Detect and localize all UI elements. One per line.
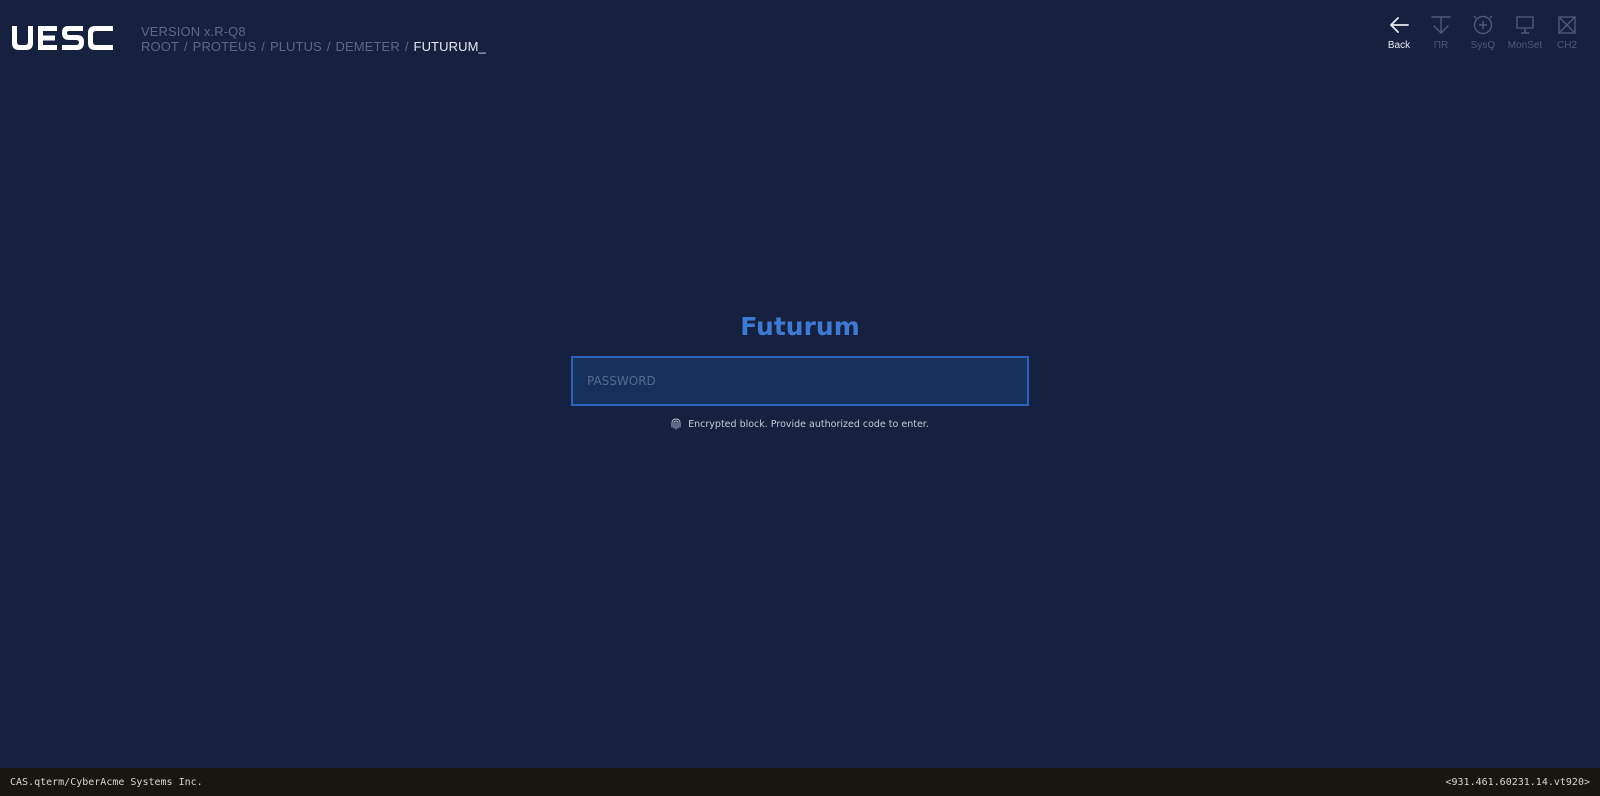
login-hint: Encrypted block. Provide authorized code… [671, 418, 929, 430]
version-label: VERSION x.R-Q8 [141, 24, 246, 39]
arrow-left-icon [1387, 13, 1411, 37]
status-bar-left: CAS.qterm/CyberAcme Systems Inc. [10, 776, 203, 788]
breadcrumb-current: FUTURUM_ [413, 39, 486, 54]
password-input[interactable] [571, 356, 1029, 406]
back-button[interactable]: Back [1378, 13, 1420, 52]
close-box-icon [1555, 13, 1579, 37]
pr-label: ΠR [1433, 40, 1449, 51]
ch2-button[interactable]: CH2 [1546, 13, 1588, 52]
toolbar: Back ΠR SysQ MonSet CH2 [1378, 13, 1588, 52]
pr-button[interactable]: ΠR [1420, 13, 1462, 52]
breadcrumb-separator: / [326, 39, 331, 54]
monset-button[interactable]: MonSet [1504, 13, 1546, 52]
monitor-icon [1513, 13, 1537, 37]
uesc-logo [12, 24, 113, 52]
header-meta: VERSION x.R-Q8 ROOT / PROTEUS / PLUTUS /… [141, 24, 486, 54]
breadcrumb-separator: / [183, 39, 188, 54]
app-window: VERSION x.R-Q8 ROOT / PROTEUS / PLUTUS /… [0, 0, 1600, 796]
back-label: Back [1387, 40, 1411, 51]
login-hint-text: Encrypted block. Provide authorized code… [688, 418, 929, 430]
breadcrumb-demeter[interactable]: DEMETER [336, 39, 400, 54]
breadcrumb-plutus[interactable]: PLUTUS [270, 39, 322, 54]
fingerprint-icon [671, 418, 681, 430]
sysq-button[interactable]: SysQ [1462, 13, 1504, 52]
monset-label: MonSet [1507, 40, 1543, 51]
login-panel: Futurum Encrypted block. Provide authori… [570, 307, 1030, 430]
breadcrumb: ROOT / PROTEUS / PLUTUS / DEMETER / FUTU… [141, 39, 486, 54]
status-bar-right: <931.461.60231.14.vt920> [1445, 776, 1591, 788]
breadcrumb-root[interactable]: ROOT [141, 39, 179, 54]
status-bar: CAS.qterm/CyberAcme Systems Inc. <931.46… [0, 768, 1600, 796]
download-arrow-icon [1429, 13, 1453, 37]
breadcrumb-proteus[interactable]: PROTEUS [193, 39, 257, 54]
breadcrumb-separator: / [261, 39, 265, 54]
login-title: Futurum [740, 312, 860, 341]
ch2-label: CH2 [1556, 40, 1577, 51]
crosshair-plus-icon [1471, 13, 1495, 37]
sysq-label: SysQ [1470, 40, 1496, 51]
logo-wordmark [12, 26, 113, 50]
breadcrumb-separator: / [404, 39, 409, 54]
